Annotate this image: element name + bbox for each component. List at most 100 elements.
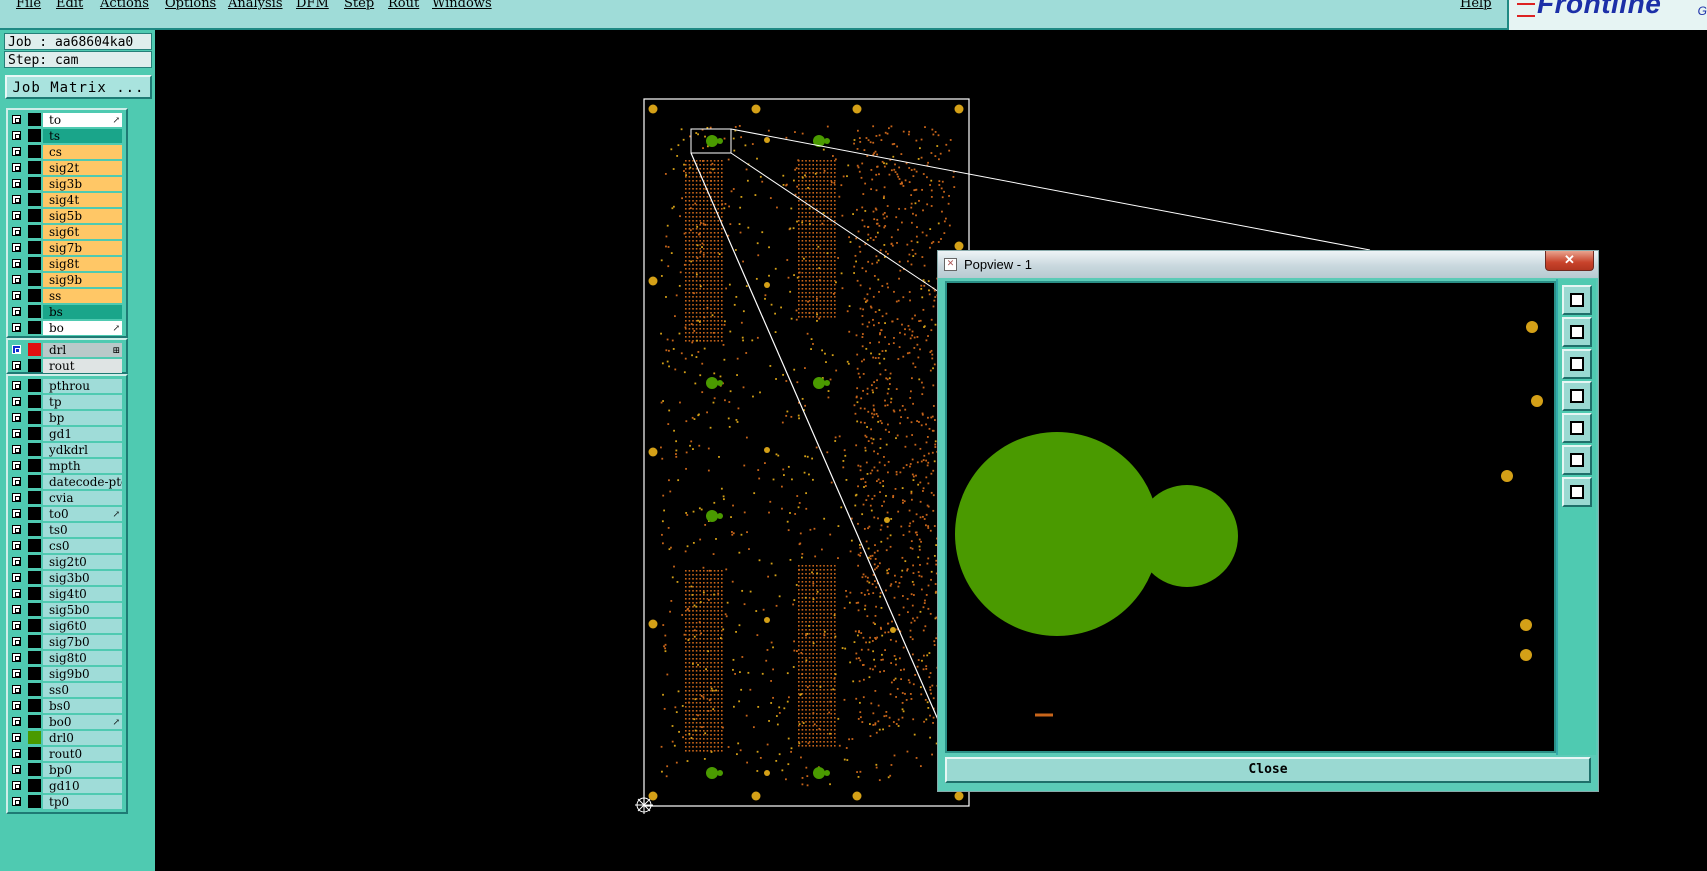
layer-checkbox[interactable] (12, 243, 21, 252)
layer-name[interactable]: bo0 ↗ (43, 715, 122, 729)
layer-row[interactable]: bs0 (8, 698, 126, 714)
layer-checkbox[interactable] (12, 195, 21, 204)
layer-name[interactable]: sig8t0 (43, 651, 122, 665)
pan-right-icon[interactable] (1562, 413, 1592, 443)
layer-name[interactable]: sig4t (43, 193, 122, 207)
layer-row[interactable]: tp (8, 394, 126, 410)
layer-name[interactable]: sig5b0 (43, 603, 122, 617)
pan-up-icon[interactable] (1562, 317, 1592, 347)
layer-row[interactable]: sig8t0 (8, 650, 126, 666)
layer-row[interactable]: rout0 (8, 746, 126, 762)
layer-row[interactable]: ydkdrl (8, 442, 126, 458)
layer-checkbox[interactable] (12, 323, 21, 332)
layer-row[interactable]: tp0 (8, 794, 126, 810)
layer-row[interactable]: bo0 ↗ (8, 714, 126, 730)
layer-checkbox[interactable] (12, 781, 21, 790)
menu-file[interactable]: File (16, 0, 41, 11)
layer-checkbox[interactable] (12, 115, 21, 124)
layer-row[interactable]: sig6t (8, 224, 126, 240)
layer-row[interactable]: cs (8, 144, 126, 160)
menu-windows[interactable]: Windows (432, 0, 492, 11)
layer-name[interactable]: mpth (43, 459, 122, 473)
layer-name[interactable]: bs (43, 305, 122, 319)
layer-name[interactable]: ss0 (43, 683, 122, 697)
layer-checkbox[interactable] (12, 211, 21, 220)
layer-name[interactable]: cs0 (43, 539, 122, 553)
layer-name[interactable]: sig8t (43, 257, 122, 271)
layer-name[interactable]: rout (43, 359, 122, 373)
menu-dfm[interactable]: DFM (296, 0, 329, 11)
layer-name[interactable]: sig5b (43, 209, 122, 223)
layer-name[interactable]: gd10 (43, 779, 122, 793)
layer-name[interactable]: rout0 (43, 747, 122, 761)
layer-name[interactable]: sig7b0 (43, 635, 122, 649)
menu-analysis[interactable]: Analysis (228, 0, 283, 11)
layer-row[interactable]: sig2t (8, 160, 126, 176)
menu-edit[interactable]: Edit (56, 0, 83, 11)
menu-actions[interactable]: Actions (100, 0, 149, 11)
layer-row[interactable]: sig7b0 (8, 634, 126, 650)
layer-row[interactable]: drl0 (8, 730, 126, 746)
layer-checkbox[interactable] (12, 429, 21, 438)
layer-row[interactable]: to0 ↗ (8, 506, 126, 522)
menu-step[interactable]: Step (344, 0, 374, 11)
layer-row[interactable]: sig5b (8, 208, 126, 224)
layer-name[interactable]: sig2t0 (43, 555, 122, 569)
layer-checkbox[interactable] (12, 509, 21, 518)
pan-left-icon[interactable] (1562, 381, 1592, 411)
layer-row[interactable]: bo ↗ (8, 320, 126, 336)
layer-row[interactable]: sig3b0 (8, 570, 126, 586)
layer-row[interactable]: drl ⊞ (8, 342, 126, 358)
layer-checkbox[interactable] (12, 621, 21, 630)
layer-checkbox[interactable] (12, 765, 21, 774)
popview-viewport[interactable] (945, 281, 1556, 753)
pan-down-icon[interactable] (1562, 349, 1592, 379)
layer-checkbox[interactable] (12, 525, 21, 534)
layer-checkbox[interactable] (12, 361, 21, 370)
zoom-out-icon[interactable] (1562, 445, 1592, 475)
layer-row[interactable]: cvia (8, 490, 126, 506)
layer-row[interactable]: bp (8, 410, 126, 426)
layer-name[interactable]: tp0 (43, 795, 122, 809)
layer-name[interactable]: ss (43, 289, 122, 303)
layer-name[interactable]: bp (43, 411, 122, 425)
layer-name[interactable]: bs0 (43, 699, 122, 713)
layer-name[interactable]: drl0 (43, 731, 122, 745)
layer-name[interactable]: sig2t (43, 161, 122, 175)
layer-row[interactable]: sig8t (8, 256, 126, 272)
layer-row[interactable]: cs0 (8, 538, 126, 554)
layer-name[interactable]: ydkdrl (43, 443, 122, 457)
layer-name[interactable]: ts (43, 129, 122, 143)
layer-checkbox[interactable] (12, 573, 21, 582)
layer-name[interactable]: datecode-pto (43, 475, 122, 489)
layer-checkbox[interactable] (12, 413, 21, 422)
layer-name[interactable]: sig9b0 (43, 667, 122, 681)
layer-checkbox[interactable] (12, 717, 21, 726)
layer-row[interactable]: sig7b (8, 240, 126, 256)
layer-checkbox[interactable] (12, 541, 21, 550)
layer-name[interactable]: drl ⊞ (43, 343, 122, 357)
layer-row[interactable]: bp0 (8, 762, 126, 778)
layer-checkbox[interactable] (12, 227, 21, 236)
layer-checkbox[interactable] (12, 131, 21, 140)
layer-row[interactable]: datecode-pto (8, 474, 126, 490)
layer-name[interactable]: pthrou (43, 379, 122, 393)
layer-row[interactable]: gd10 (8, 778, 126, 794)
menu-options[interactable]: Options (165, 0, 216, 11)
job-matrix-button[interactable]: Job Matrix ... (5, 75, 152, 99)
menu-rout[interactable]: Rout (388, 0, 419, 11)
layer-row[interactable]: bs (8, 304, 126, 320)
layer-name[interactable]: sig3b0 (43, 571, 122, 585)
layer-name[interactable]: sig3b (43, 177, 122, 191)
layer-row[interactable]: sig3b (8, 176, 126, 192)
zoom-fit-icon[interactable] (1562, 285, 1592, 315)
close-button[interactable]: Close (945, 757, 1591, 783)
layer-name[interactable]: sig7b (43, 241, 122, 255)
layer-row[interactable]: sig2t0 (8, 554, 126, 570)
layer-name[interactable]: to ↗ (43, 113, 122, 127)
layer-checkbox[interactable] (12, 291, 21, 300)
layer-row[interactable]: sig4t0 (8, 586, 126, 602)
layer-checkbox[interactable] (12, 259, 21, 268)
zoom-in-icon[interactable] (1562, 477, 1592, 507)
layer-checkbox[interactable] (12, 461, 21, 470)
